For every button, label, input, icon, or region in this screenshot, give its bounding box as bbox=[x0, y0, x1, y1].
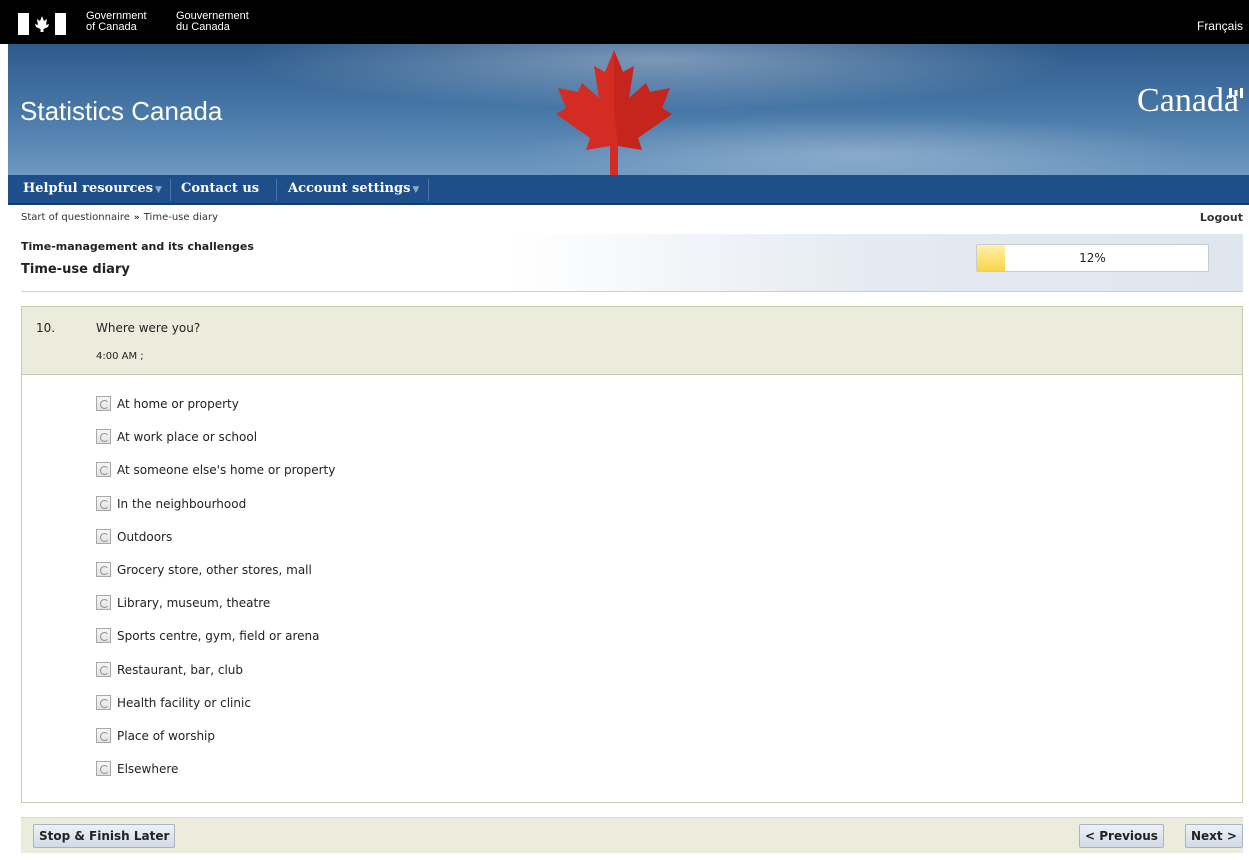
site-title: Statistics Canada bbox=[20, 96, 223, 126]
gov-fr-line2: du Canada bbox=[176, 21, 230, 33]
dropdown-caret-icon: ▼ bbox=[412, 185, 420, 195]
canada-wordmark: Canada bbox=[1137, 82, 1239, 119]
previous-button[interactable]: < Previous bbox=[1079, 824, 1164, 848]
government-bar: Government of Canada Gouvernement du Can… bbox=[0, 0, 1249, 44]
language-toggle-link[interactable]: Français bbox=[1197, 19, 1243, 33]
nav-item-contact-us[interactable]: Contact us bbox=[171, 175, 269, 203]
breadcrumb-separator-icon: » bbox=[133, 213, 140, 223]
question-header: 10. Where were you? 4:00 AM ; bbox=[22, 307, 1242, 375]
radio-button[interactable] bbox=[96, 728, 111, 743]
logout-link[interactable]: Logout bbox=[1200, 211, 1243, 224]
canada-flag-icon bbox=[18, 13, 66, 35]
radio-button[interactable] bbox=[96, 662, 111, 677]
footer-bar: Stop & Finish Later < Previous Next > bbox=[21, 817, 1243, 853]
radio-button[interactable] bbox=[96, 695, 111, 710]
answer-option-label[interactable]: Elsewhere bbox=[117, 762, 178, 776]
nav-divider bbox=[428, 179, 429, 201]
maple-leaf-icon bbox=[556, 50, 672, 175]
dropdown-caret-icon: ▼ bbox=[155, 185, 162, 195]
nav-item-label: Contact us bbox=[181, 181, 260, 196]
nav-item-label: Account settings bbox=[288, 181, 411, 196]
answer-option-label[interactable]: Sports centre, gym, field or arena bbox=[117, 629, 319, 643]
wordmark-flag-icon bbox=[1229, 88, 1243, 98]
gouvernement-du-canada-label: Gouvernement du Canada bbox=[176, 11, 249, 33]
radio-button[interactable] bbox=[96, 462, 111, 477]
answer-option-label[interactable]: Library, museum, theatre bbox=[117, 596, 270, 610]
next-button[interactable]: Next > bbox=[1185, 824, 1243, 848]
question-number: 10. bbox=[36, 321, 56, 335]
nav-item-account-settings[interactable]: Account settings ▼ bbox=[278, 175, 429, 203]
section-header: Time-management and its challenges Time-… bbox=[21, 234, 1243, 292]
radio-button[interactable] bbox=[96, 496, 111, 511]
breadcrumb-start-link[interactable]: Start of questionnaire bbox=[21, 212, 130, 223]
radio-button[interactable] bbox=[96, 628, 111, 643]
section-subtitle: Time-management and its challenges bbox=[21, 240, 254, 253]
radio-button[interactable] bbox=[96, 529, 111, 544]
answer-option-label[interactable]: At work place or school bbox=[117, 430, 257, 444]
answer-option-label[interactable]: In the neighbourhood bbox=[117, 497, 246, 511]
answer-option-label[interactable]: Restaurant, bar, club bbox=[117, 663, 243, 677]
stop-and-finish-later-button[interactable]: Stop & Finish Later bbox=[33, 824, 176, 848]
gov-en-line2: of Canada bbox=[86, 21, 137, 33]
question-time: 4:00 AM ; bbox=[96, 351, 144, 362]
question-panel: 10. Where were you? 4:00 AM ; At home or… bbox=[21, 306, 1243, 803]
breadcrumb-current: Time-use diary bbox=[143, 212, 218, 223]
nav-item-helpful-resources[interactable]: Helpful resources ▼ bbox=[13, 175, 172, 203]
main-navigation: Helpful resources ▼ Contact us Account se… bbox=[8, 175, 1249, 205]
nav-item-label: Helpful resources bbox=[23, 181, 154, 196]
site-banner: Statistics Canada Canada bbox=[8, 44, 1249, 175]
progress-label: 12% bbox=[1079, 251, 1106, 265]
radio-button[interactable] bbox=[96, 429, 111, 444]
page-title: Time-use diary bbox=[21, 262, 130, 277]
answer-option-label[interactable]: Place of worship bbox=[117, 729, 215, 743]
radio-button[interactable] bbox=[96, 595, 111, 610]
answer-option-label[interactable]: At someone else's home or property bbox=[117, 463, 335, 477]
breadcrumb: Start of questionnaire» Time-use diary bbox=[21, 212, 218, 223]
answer-option-label[interactable]: Outdoors bbox=[117, 530, 172, 544]
radio-button[interactable] bbox=[96, 396, 111, 411]
nav-divider bbox=[276, 179, 277, 201]
answer-option-label[interactable]: Health facility or clinic bbox=[117, 696, 251, 710]
answer-option-label[interactable]: At home or property bbox=[117, 397, 239, 411]
radio-button[interactable] bbox=[96, 761, 111, 776]
government-of-canada-label: Government of Canada bbox=[86, 11, 147, 33]
progress-bar: 12% bbox=[976, 244, 1209, 272]
answer-option-label[interactable]: Grocery store, other stores, mall bbox=[117, 563, 312, 577]
radio-button[interactable] bbox=[96, 562, 111, 577]
question-text: Where were you? bbox=[96, 321, 201, 335]
